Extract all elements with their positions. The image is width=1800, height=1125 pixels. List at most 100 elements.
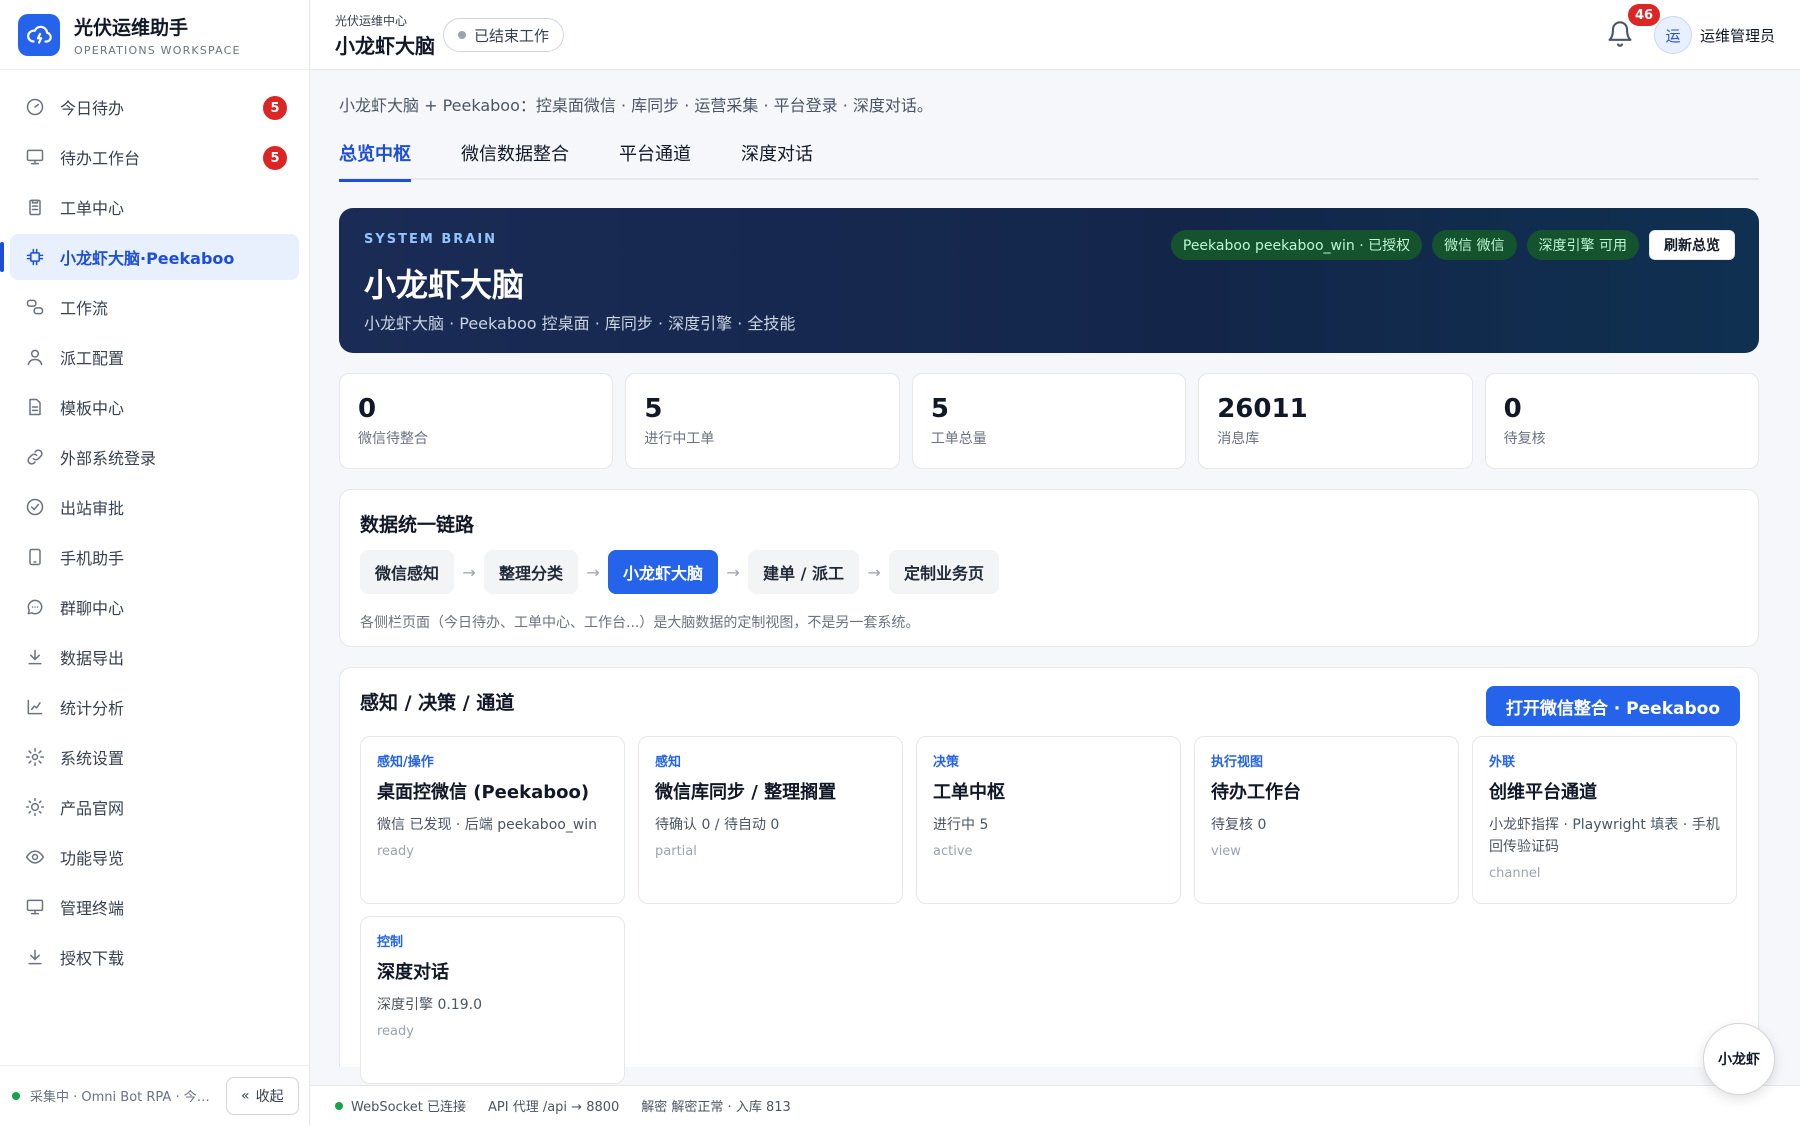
pipeline-step[interactable]: 建单 / 派工 [748,550,860,594]
sidebar-item-label: 出站审批 [60,499,125,518]
breadcrumb[interactable]: 光伏运维中心 [335,12,407,29]
sidebar-item-label: 外部系统登录 [60,449,157,468]
sidebar-item[interactable]: 今日待办 5 [10,84,299,130]
module-desc: 进行中 5 [933,817,989,833]
sidebar-item-label: 小龙虾大脑·Peekaboo [60,249,235,268]
bell-icon[interactable] [1606,20,1634,48]
intro-text: 小龙虾大脑 + Peekaboo：控桌面微信 · 库同步 · 运营采集 · 平台… [339,96,933,115]
stat-card[interactable]: 26011 消息库 [1198,373,1473,469]
data-pipeline-card: 数据统一链路 微信感知 → 整理分类 → 小龙虾大脑 → 建单 / 派工 → 定制业务页 各侧栏… [339,489,1759,647]
sidebar-item[interactable]: 工作流 [10,284,299,330]
peekaboo-status-pill: Peekaboo peekaboo_win · 已授权 [1170,230,1423,260]
module-card[interactable]: 控制 深度对话 深度引擎 0.19.0 ready [360,916,625,1084]
collector-status: 采集中 · Omni Bot RPA · 今日... [30,1090,216,1105]
sidebar-item-label: 派工配置 [60,349,125,368]
module-card[interactable]: 感知/操作 桌面控微信 (Peekaboo) 微信 已发现 · 后端 peekabo… [360,736,625,904]
decrypt-status: 解密 解密正常 · 入库 813 [641,1100,791,1115]
double-chevron-left-icon: « [241,1087,250,1104]
state-dot [458,31,466,39]
tab[interactable]: 深度对话 [741,140,813,180]
stat-card[interactable]: 5 进行中工单 [625,373,900,469]
pipeline-step[interactable]: 定制业务页 [889,550,1000,594]
pipeline-note: 各侧栏页面（今日待办、工单中心、工作台...）是大脑数据的定制视图，不是另一套系… [360,615,920,631]
avatar[interactable]: 运 [1654,16,1692,54]
sidebar-item[interactable]: 产品官网 [10,784,299,830]
eye-icon [24,846,46,868]
stat-label: 待复核 [1503,431,1546,447]
stat-value: 26011 [1217,394,1308,424]
sidebar-item-label: 工单中心 [60,199,125,218]
api-proxy-status: API 代理 /api → 8800 [488,1100,620,1115]
sidebar-item[interactable]: 工单中心 [10,184,299,230]
page-title: 小龙虾大脑 [335,34,435,58]
module-desc: 深度引擎 0.19.0 [377,997,482,1013]
sidebar-item[interactable]: 手机助手 [10,534,299,580]
count-badge: 5 [263,96,287,120]
pipeline-step[interactable]: 微信感知 [360,550,455,594]
sidebar-item[interactable]: 外部系统登录 [10,434,299,480]
work-state-badge[interactable]: 已结束工作 [443,18,565,52]
refresh-overview-button[interactable]: 刷新总览 [1649,230,1735,260]
assistant-fab[interactable]: 小龙虾 [1703,1023,1775,1095]
module-desc: 待确认 0 / 待自动 0 [655,817,780,833]
tab-bar: 总览中枢 微信数据整合 平台通道 深度对话 [339,140,1759,182]
sidebar-item-label: 群聊中心 [60,599,125,618]
sidebar-item[interactable]: 授权下载 [10,934,299,980]
module-card[interactable]: 外联 创维平台通道 小龙虾指挥 · Playwright 填表 · 手机回传验证码 c… [1472,736,1737,904]
arrow-right-icon: → [586,562,600,582]
chat-icon [24,596,46,618]
stat-label: 消息库 [1217,431,1260,447]
pipeline-step[interactable]: 小龙虾大脑 [608,550,719,594]
module-card[interactable]: 决策 工单中枢 进行中 5 active [916,736,1181,904]
chart-icon [24,696,46,718]
sidebar-item[interactable]: 数据导出 [10,634,299,680]
status-bar: WebSocket 已连接 API 代理 /api → 8800 解密 解密正常… [310,1085,1800,1125]
arrow-right-icon: → [726,562,740,582]
sidebar-item[interactable]: 派工配置 [10,334,299,380]
sidebar-item-label: 系统设置 [60,749,125,768]
sidebar-item[interactable]: 小龙虾大脑·Peekaboo [0,234,299,280]
tab[interactable]: 总览中枢 [339,140,411,182]
phone-icon [24,546,46,568]
sidebar-item[interactable]: 模板中心 [10,384,299,430]
pipeline-step[interactable]: 整理分类 [484,550,579,594]
download-icon [24,646,46,668]
sidebar-item[interactable]: 出站审批 [10,484,299,530]
module-tag: 感知 [655,755,682,770]
main-content: 小龙虾大脑 + Peekaboo：控桌面微信 · 库同步 · 运营采集 · 平台… [310,70,1800,1084]
tab[interactable]: 平台通道 [619,140,691,180]
module-state: view [1211,844,1241,859]
user-icon [24,346,46,368]
stat-card[interactable]: 0 微信待整合 [339,373,614,469]
sidebar-item-label: 数据导出 [60,649,125,668]
sidebar-item[interactable]: 待办工作台 5 [10,134,299,180]
module-card[interactable]: 感知 微信库同步 / 整理搁置 待确认 0 / 待自动 0 partial [638,736,903,904]
sidebar-item[interactable]: 管理终端 [10,884,299,930]
module-title: 待办工作台 [1211,782,1301,803]
brand-subtitle: OPERATIONS WORKSPACE [74,43,241,57]
module-card[interactable]: 执行视图 待办工作台 待复核 0 view [1194,736,1459,904]
stat-card[interactable]: 5 工单总量 [911,373,1187,469]
sidebar-item[interactable]: 系统设置 [10,734,299,780]
sidebar-item[interactable]: 功能导览 [10,834,299,880]
arrow-right-icon: → [867,562,881,582]
collapse-button[interactable]: « 收起 [226,1076,299,1115]
sidebar-item[interactable]: 群聊中心 [10,584,299,630]
clipboard-icon [24,196,46,218]
module-title: 工单中枢 [933,782,1005,803]
modules-title: 感知 / 决策 / 通道 [360,692,515,714]
user-name[interactable]: 运维管理员 [1700,25,1775,46]
document-icon [24,396,46,418]
pipeline-chain: 微信感知 → 整理分类 → 小龙虾大脑 → 建单 / 派工 → 定制业务页 [360,550,1000,594]
stat-value: 0 [358,394,377,424]
tab[interactable]: 微信数据整合 [461,140,569,180]
stat-label: 进行中工单 [644,431,715,447]
open-wechat-integration-button[interactable]: 打开微信整合 · Peekaboo [1485,686,1740,726]
sidebar-item[interactable]: 统计分析 [10,684,299,730]
monitor-icon [24,146,46,168]
stat-card[interactable]: 0 待复核 [1484,373,1760,469]
module-state: active [933,844,973,859]
sidebar-footer: 采集中 · Omni Bot RPA · 今日... « 收起 [0,1065,309,1125]
status-dot [12,1091,20,1100]
hero-title: 小龙虾大脑 [364,266,525,304]
